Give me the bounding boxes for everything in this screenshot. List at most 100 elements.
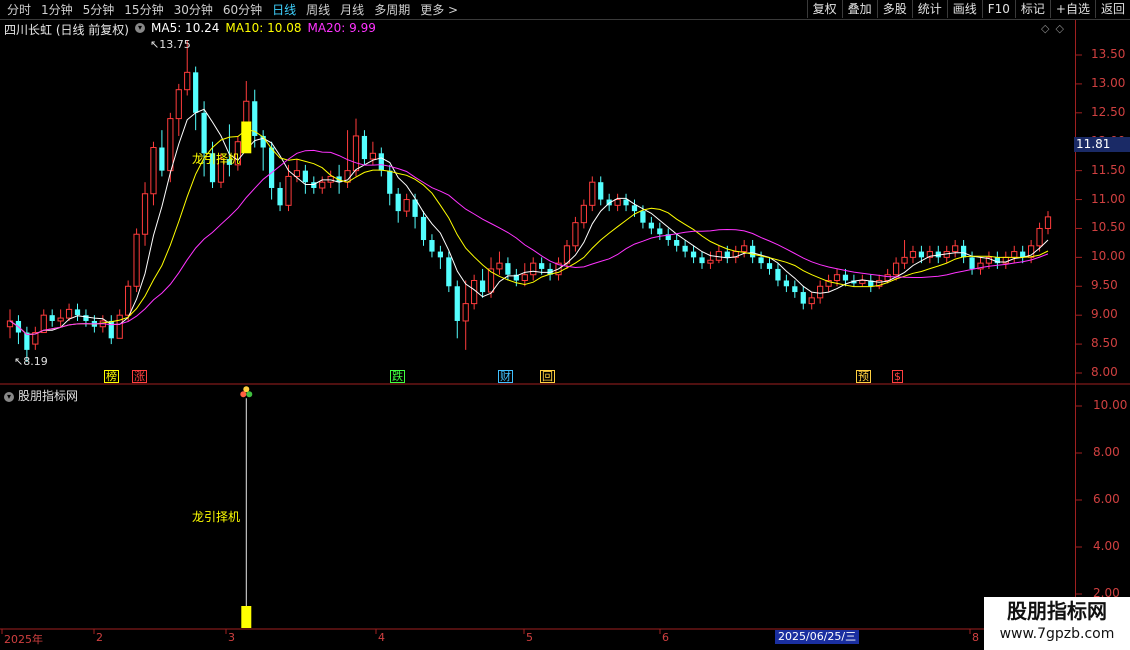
candle-body[interactable]	[462, 303, 469, 322]
candle-body[interactable]	[918, 251, 925, 258]
candle-body[interactable]	[150, 147, 157, 195]
candle-body[interactable]	[24, 332, 30, 350]
candle-body[interactable]	[648, 222, 654, 229]
candle-body[interactable]	[201, 112, 207, 154]
candle-body[interactable]	[403, 199, 410, 212]
candle-body[interactable]	[909, 251, 917, 258]
candle-body[interactable]	[589, 181, 596, 206]
candle-body[interactable]	[901, 256, 908, 264]
candle-body[interactable]	[631, 205, 638, 212]
candle-body[interactable]	[563, 245, 571, 264]
candle-body[interactable]	[479, 280, 486, 293]
candle-body[interactable]	[193, 72, 199, 113]
candle-body[interactable]	[783, 280, 790, 287]
candle-body[interactable]	[57, 317, 64, 322]
ma10-line	[9, 129, 1049, 336]
candle-body[interactable]	[808, 297, 815, 305]
event-marker[interactable]: 财	[498, 370, 513, 383]
candle-body[interactable]	[429, 240, 435, 252]
candle-body[interactable]	[285, 175, 292, 206]
event-marker[interactable]: $	[892, 370, 903, 383]
candle-body[interactable]	[184, 71, 191, 91]
candle-body[interactable]	[454, 286, 460, 321]
candle-body[interactable]	[133, 233, 140, 287]
candle-body[interactable]	[141, 193, 149, 235]
price-tick-label: 12.50	[1091, 104, 1126, 119]
candle-body[interactable]	[884, 274, 891, 281]
candle-body[interactable]	[420, 216, 427, 241]
candle-body[interactable]	[699, 257, 705, 264]
candle-body[interactable]	[319, 181, 326, 189]
candle-body[interactable]	[842, 274, 849, 281]
candle-body[interactable]	[580, 204, 587, 224]
candle-body[interactable]	[378, 153, 384, 171]
sub-tick-label: 6.00	[1093, 492, 1120, 506]
price-tick-label: 13.50	[1091, 47, 1126, 61]
candle-body[interactable]	[792, 286, 798, 293]
candle-body[interactable]	[471, 279, 478, 305]
candle-body[interactable]	[327, 175, 334, 183]
event-marker[interactable]: 回	[540, 370, 555, 383]
candle-body[interactable]	[766, 263, 773, 269]
candle-body[interactable]	[969, 257, 975, 269]
candle-body[interactable]	[1011, 251, 1018, 258]
sub-panel-title[interactable]: 股朋指标网	[18, 387, 78, 404]
event-marker[interactable]: 预	[856, 370, 871, 383]
candle-body[interactable]	[690, 251, 697, 258]
candle-body[interactable]	[758, 257, 764, 264]
candle-body[interactable]	[614, 199, 621, 206]
candle-body[interactable]	[674, 240, 680, 246]
candle-body[interactable]	[657, 228, 663, 235]
sub-settings-circle-icon[interactable]: ▾	[4, 391, 14, 402]
candle-body[interactable]	[361, 135, 368, 160]
event-marker[interactable]: 榜	[104, 370, 119, 383]
candle-body[interactable]	[833, 274, 841, 281]
event-marker[interactable]: 跌	[390, 370, 405, 383]
candle-body[interactable]	[159, 147, 165, 171]
candle-body[interactable]	[49, 315, 55, 321]
candle-body[interactable]	[539, 263, 545, 269]
candle-body[interactable]	[724, 251, 730, 258]
candle-body[interactable]	[741, 245, 748, 253]
candle-body[interactable]	[437, 251, 444, 258]
candle-body[interactable]	[496, 262, 503, 270]
price-tick-label: 11.50	[1091, 162, 1126, 177]
candle-body[interactable]	[83, 315, 89, 321]
candle-body[interactable]	[775, 268, 781, 281]
candle-body[interactable]	[598, 182, 604, 200]
candle-body[interactable]	[572, 222, 579, 247]
candle-body[interactable]	[960, 245, 967, 258]
candle-body[interactable]	[623, 199, 629, 206]
candle-body[interactable]	[446, 257, 452, 287]
candle-body[interactable]	[74, 309, 81, 316]
candle-body[interactable]	[395, 193, 401, 212]
kline-chart[interactable]	[0, 0, 1130, 650]
candle-body[interactable]	[707, 259, 714, 264]
candle-body[interactable]	[750, 245, 756, 258]
candle-body[interactable]	[125, 285, 132, 316]
event-marker[interactable]: 涨	[132, 370, 147, 383]
candle-body[interactable]	[167, 118, 174, 172]
candle-body[interactable]	[952, 245, 959, 253]
candle-body[interactable]	[682, 245, 688, 252]
candle-body[interactable]	[817, 285, 824, 299]
candle-body[interactable]	[387, 170, 393, 194]
candle-body[interactable]	[268, 147, 275, 188]
candle-body[interactable]	[352, 135, 360, 172]
candle-body[interactable]	[302, 170, 308, 183]
candle-body[interactable]	[521, 274, 528, 281]
candle-body[interactable]	[530, 262, 537, 276]
candle-body[interactable]	[505, 263, 511, 275]
candle-body[interactable]	[640, 211, 646, 223]
candle-body[interactable]	[65, 308, 73, 319]
candle-body[interactable]	[800, 292, 806, 304]
candle-body[interactable]	[1036, 227, 1043, 247]
candle-body[interactable]	[859, 279, 866, 284]
candle-body[interactable]	[369, 152, 376, 160]
candle-body[interactable]	[892, 262, 900, 276]
candle-body[interactable]	[175, 89, 182, 120]
candle-body[interactable]	[1044, 216, 1052, 229]
candle-body[interactable]	[715, 251, 722, 261]
candle-body[interactable]	[116, 314, 123, 339]
candle-body[interactable]	[277, 187, 283, 206]
